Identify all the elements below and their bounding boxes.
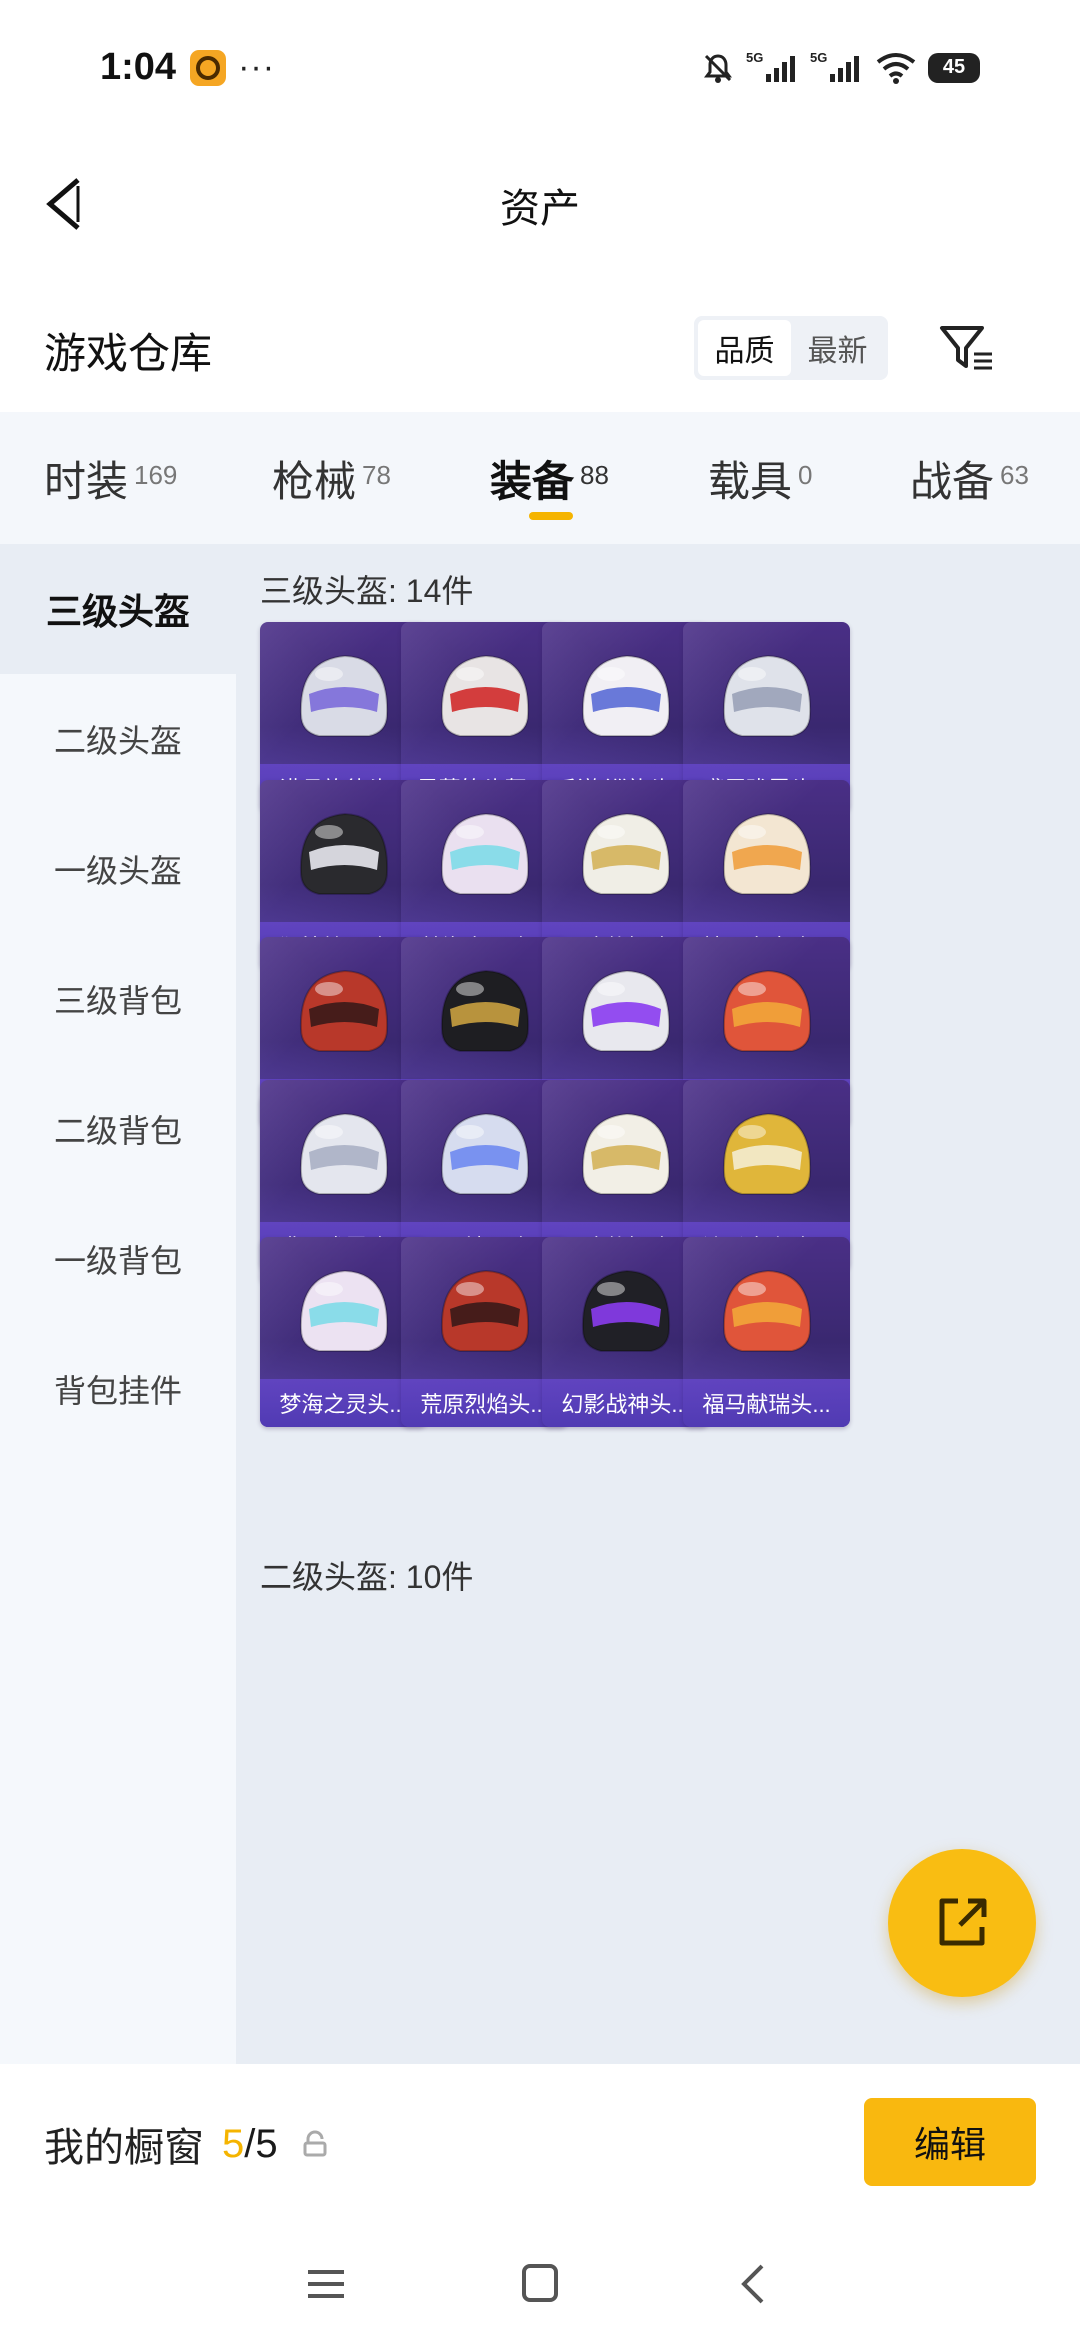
helmet-icon xyxy=(581,1269,671,1352)
tab-count: 78 xyxy=(362,460,391,490)
helmet-icon xyxy=(299,654,389,737)
tab-count: 63 xyxy=(1000,460,1029,490)
mute-icon xyxy=(704,53,732,83)
helmet-icon xyxy=(440,1269,530,1352)
tab-firearms[interactable]: 枪械 78 xyxy=(272,448,391,509)
battery-icon: 45 xyxy=(928,52,980,83)
helmet-icon xyxy=(722,969,812,1052)
tab-count: 88 xyxy=(580,460,609,490)
section-title: 三级头盔: 14件 xyxy=(260,573,474,609)
signal-5g-icon: 5G xyxy=(810,50,859,82)
lock-icon xyxy=(303,2130,327,2157)
filter-icon[interactable] xyxy=(936,316,996,380)
helmet-icon xyxy=(581,812,671,895)
home-square-icon[interactable] xyxy=(510,2254,570,2314)
svg-text:5G: 5G xyxy=(746,50,763,65)
tab-vehicles[interactable]: 载具 0 xyxy=(708,448,812,509)
share-button[interactable] xyxy=(888,1849,1036,1997)
back-chevron-icon[interactable] xyxy=(724,2254,784,2314)
sidenav-item-level2-helmet[interactable]: 二级头盔 xyxy=(0,674,236,804)
helmet-icon xyxy=(299,812,389,895)
status-bar: 1:04 ··· 5G 5G 45 xyxy=(0,0,1080,135)
status-icons: 5G 5G 45 xyxy=(700,50,980,86)
status-time: 1:04 xyxy=(100,46,177,88)
menu-icon[interactable] xyxy=(296,2254,356,2314)
tab-label: 装备 xyxy=(490,458,575,505)
tab-label: 载具 xyxy=(708,458,793,505)
showcase-title: 我的橱窗 xyxy=(44,2126,204,2170)
sidenav-item-level2-backpack[interactable]: 二级背包 xyxy=(0,1064,236,1194)
share-external-icon xyxy=(939,1898,987,1946)
edit-button[interactable]: 编辑 xyxy=(864,2098,1036,2186)
sidenav-item-level3-backpack[interactable]: 三级背包 xyxy=(0,934,236,1064)
helmet-icon xyxy=(722,1269,812,1352)
sort-toggle: 品质 最新 xyxy=(694,316,888,380)
helmet-icon xyxy=(299,1112,389,1195)
helmet-icon xyxy=(440,812,530,895)
helmet-icon xyxy=(722,654,812,737)
helmet-icon xyxy=(581,969,671,1052)
helmet-icon xyxy=(581,654,671,737)
section-title: 二级头盔: 10件 xyxy=(260,1559,474,1595)
sidenav-item-level1-backpack[interactable]: 一级背包 xyxy=(0,1194,236,1324)
item-card[interactable]: 福马献瑞头... xyxy=(683,1237,850,1427)
helmet-icon xyxy=(581,1112,671,1195)
sort-newest-option[interactable]: 最新 xyxy=(791,320,884,376)
tab-supplies[interactable]: 战备 63 xyxy=(910,448,1029,509)
helmet-icon xyxy=(440,654,530,737)
tab-fashion[interactable]: 时装 169 xyxy=(44,448,177,509)
category-tabs: 时装 169 枪械 78 装备 88 载具 0 战备 63 xyxy=(0,412,1080,544)
showcase-separator: / xyxy=(244,2121,256,2166)
header: 资产 xyxy=(0,150,1080,260)
helmet-icon xyxy=(440,969,530,1052)
warehouse-title: 游戏仓库 xyxy=(44,329,213,377)
helmet-icon xyxy=(299,969,389,1052)
warehouse-bar: 游戏仓库 品质 最新 xyxy=(0,300,1080,400)
helmet-icon xyxy=(440,1112,530,1195)
sidenav-item-backpack-charm[interactable]: 背包挂件 xyxy=(0,1324,236,1454)
item-grid-area: 三级头盔: 14件 二级头盔: 10件 满月旋律头...君莫笑头盔(...彩旗巡… xyxy=(236,544,1080,2064)
showcase-bar: 我的橱窗 5/5 编辑 xyxy=(0,2064,1080,2224)
item-name: 福马献瑞头... xyxy=(683,1379,850,1427)
more-notifications-icon: ··· xyxy=(238,48,276,86)
back-arrow-icon[interactable] xyxy=(38,172,98,236)
active-tab-indicator xyxy=(529,512,573,520)
tab-label: 枪械 xyxy=(272,458,357,505)
sub-category-nav: 三级头盔 二级头盔 一级头盔 三级背包 二级背包 一级背包 背包挂件 xyxy=(0,544,236,2064)
app-notification-icon xyxy=(190,49,227,86)
signal-5g-icon: 5G xyxy=(746,50,795,82)
tab-label: 时装 xyxy=(44,458,129,505)
wifi-icon xyxy=(876,52,916,84)
page-title: 资产 xyxy=(500,187,580,231)
showcase-total: 5 xyxy=(255,2121,278,2166)
helmet-icon xyxy=(722,812,812,895)
tab-equipment[interactable]: 装备 88 xyxy=(490,448,609,509)
showcase-count: 5/5 xyxy=(222,2122,278,2167)
svg-text:5G: 5G xyxy=(810,50,827,65)
tab-count: 169 xyxy=(134,460,178,490)
system-nav-bar xyxy=(0,2224,1080,2347)
tab-label: 战备 xyxy=(910,458,995,505)
sidenav-item-level1-helmet[interactable]: 一级头盔 xyxy=(0,804,236,934)
helmet-icon xyxy=(299,1269,389,1352)
tab-count: 0 xyxy=(798,460,813,490)
sidenav-item-level3-helmet[interactable]: 三级头盔 xyxy=(0,544,236,674)
sort-quality-option[interactable]: 品质 xyxy=(698,320,791,376)
helmet-icon xyxy=(722,1112,812,1195)
showcase-current: 5 xyxy=(222,2121,245,2166)
